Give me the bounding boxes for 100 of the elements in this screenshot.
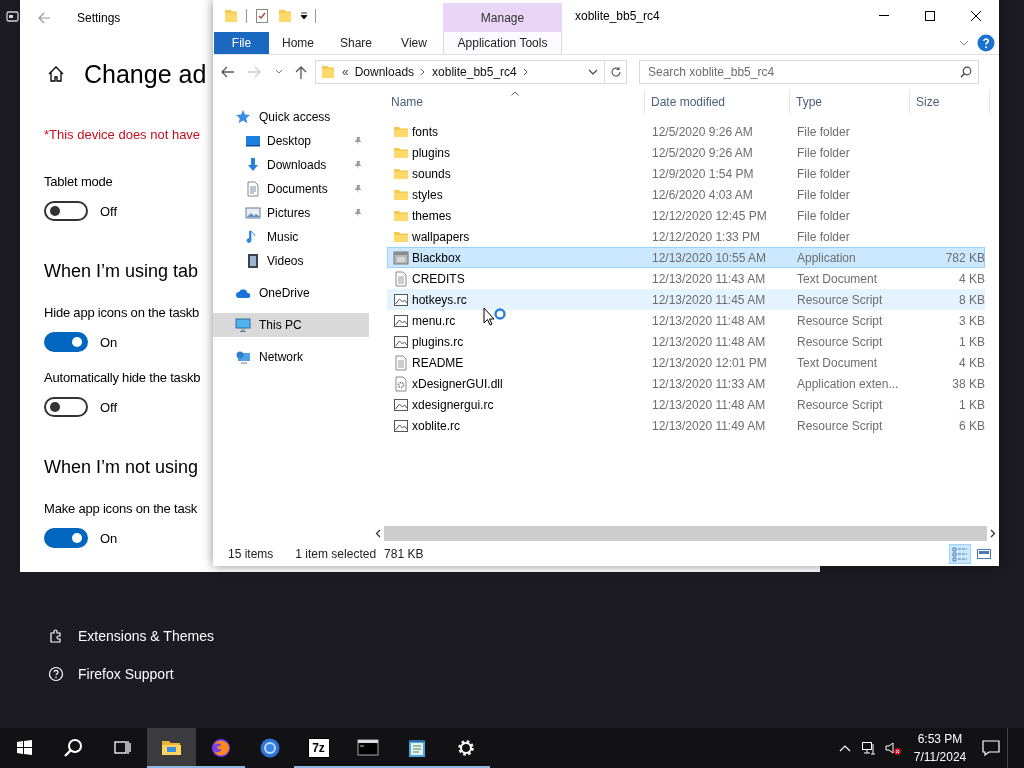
taskbar-app-button[interactable]: 7z: [294, 728, 343, 768]
clock[interactable]: 6:53 PM 7/11/2024: [905, 728, 975, 768]
file-row[interactable]: xdesignergui.rc 12/13/2020 11:48 AM Resource Script 1 KB: [387, 394, 985, 415]
file-type: File folder: [797, 166, 850, 181]
menu-link[interactable]: Extensions & Themes: [78, 628, 214, 644]
up-arrow-icon: [294, 65, 308, 79]
file-name: fonts: [412, 124, 438, 139]
address-bar[interactable]: « Downloads xoblite_bb5_rc4: [315, 60, 627, 84]
file-row[interactable]: plugins.rc 12/13/2020 11:48 AM Resource Script 1 KB: [387, 331, 985, 352]
ribbon-tab[interactable]: Share: [327, 32, 385, 54]
ribbon-tab[interactable]: File: [214, 32, 269, 54]
ribbon-tab[interactable]: Application Tools: [443, 32, 562, 54]
column-header[interactable]: Date modified: [645, 90, 790, 114]
nav-item[interactable]: Network: [213, 345, 369, 369]
column-header[interactable]: Name: [385, 90, 645, 114]
nav-item[interactable]: Music: [213, 225, 369, 249]
file-row[interactable]: themes 12/12/2020 12:45 PM File folder: [387, 205, 985, 226]
file-row[interactable]: plugins 12/5/2020 9:26 AM File folder: [387, 142, 985, 163]
ribbon-tab[interactable]: View: [385, 32, 443, 54]
dropdown-arrow-icon: [300, 12, 308, 20]
setting-label: Hide app icons on the taskb: [44, 304, 200, 322]
busy-cursor-icon: [483, 307, 507, 327]
file-name: xDesignerGUI.dll: [412, 376, 503, 391]
column-header[interactable]: Size: [910, 90, 990, 114]
file-name: CREDITS: [412, 271, 465, 286]
toggle-switch[interactable]: [44, 397, 88, 417]
details-view-icon: [952, 545, 968, 562]
file-name: README: [412, 355, 464, 370]
column-header[interactable]: Type: [790, 90, 910, 114]
nav-item[interactable]: This PC: [213, 313, 369, 337]
search-icon: [960, 66, 972, 78]
file-size: 4 KB: [959, 355, 985, 370]
search-field[interactable]: Search xoblite_bb5_rc4: [639, 60, 979, 84]
file-row[interactable]: wallpapers 12/12/2020 1:33 PM File folder: [387, 226, 985, 247]
file-size: 6 KB: [959, 418, 985, 433]
scrollbar-thumb[interactable]: [384, 526, 987, 541]
file-row[interactable]: styles 12/6/2020 4:03 AM File folder: [387, 184, 985, 205]
chevron-down-icon: [588, 69, 598, 75]
nav-item[interactable]: Desktop: [213, 129, 369, 153]
warning-text: *This device does not have: [44, 126, 201, 144]
file-type: File folder: [797, 229, 850, 244]
browser-circle-icon: [258, 737, 281, 759]
menu-link[interactable]: Firefox Support: [78, 666, 174, 682]
monitor-icon: [235, 317, 251, 333]
ribbon-tab[interactable]: Home: [269, 32, 327, 54]
view-toggle-button[interactable]: [949, 543, 971, 564]
file-type: Resource Script: [797, 334, 883, 349]
selection-count: 1 item selected: [295, 546, 377, 561]
toggle-state: On: [100, 530, 118, 546]
taskbar-app-button[interactable]: [147, 728, 196, 768]
file-row[interactable]: sounds 12/9/2020 1:54 PM File folder: [387, 163, 985, 184]
picture-frame-icon: [245, 205, 261, 221]
file-row[interactable]: CREDITS 12/13/2020 11:43 AM Text Document 4 KB: [387, 268, 985, 289]
toggle-state: Off: [100, 399, 118, 415]
file-row[interactable]: hotkeys.rc 12/13/2020 11:45 AM Resource Script 8 KB: [387, 289, 985, 310]
item-count: 15 items: [228, 546, 274, 561]
help-icon: [977, 34, 995, 52]
file-size: 8 KB: [959, 292, 985, 307]
toggle-switch[interactable]: [44, 332, 88, 352]
file-type: Resource Script: [797, 292, 883, 307]
nav-item[interactable]: OneDrive: [213, 281, 369, 305]
date-modified: 12/13/2020 11:49 AM: [652, 418, 766, 433]
terminal-icon: [356, 737, 379, 759]
network-icon: [235, 349, 251, 365]
file-type: Resource Script: [797, 418, 883, 433]
nav-item[interactable]: Documents: [213, 177, 369, 201]
toggle-switch[interactable]: [44, 528, 88, 548]
setting-label: Automatically hide the taskb: [44, 369, 201, 387]
file-row[interactable]: xoblite.rc 12/13/2020 11:49 AM Resource Script 6 KB: [387, 415, 985, 436]
file-row[interactable]: xDesignerGUI.dll 12/13/2020 11:33 AM Application exten... 38 KB: [387, 373, 985, 394]
file-row[interactable]: menu.rc 12/13/2020 11:48 AM Resource Script 3 KB: [387, 310, 985, 331]
image-file-icon: [393, 333, 409, 350]
tabs-icon: [6, 10, 19, 23]
section-heading: When I’m using tab: [44, 260, 199, 283]
image-file-icon: [393, 291, 409, 308]
star-icon: [235, 109, 251, 125]
close-icon: [970, 10, 982, 22]
date-modified: 12/5/2020 9:26 AM: [652, 124, 753, 139]
breadcrumb-segment[interactable]: Downloads: [354, 65, 415, 79]
file-row[interactable]: README 12/13/2020 12:01 PM Text Document 4 KB: [387, 352, 985, 373]
image-file-icon: [393, 396, 409, 413]
overflow-chevron[interactable]: «: [342, 65, 349, 79]
date-modified: 12/13/2020 11:48 AM: [652, 313, 766, 328]
toggle-switch[interactable]: [44, 201, 88, 221]
chevron-down-icon: [959, 40, 969, 46]
back-button[interactable]: [37, 11, 51, 25]
nav-item[interactable]: Pictures: [213, 201, 369, 225]
breadcrumb-segment[interactable]: xoblite_bb5_rc4: [432, 65, 517, 79]
chevron-right-icon: [522, 68, 529, 76]
file-row[interactable]: Blackbox 12/13/2020 10:55 AM Application 782 KB: [387, 247, 985, 268]
nav-item[interactable]: Downloads: [213, 153, 369, 177]
setting-label: Make app icons on the task: [44, 500, 198, 518]
file-row[interactable]: fonts 12/5/2020 9:26 AM File folder: [387, 121, 985, 142]
maximize-icon: [924, 10, 936, 22]
help-icon: [48, 666, 64, 682]
file-type: Resource Script: [797, 313, 883, 328]
film-icon: [245, 253, 261, 269]
file-name: wallpapers: [412, 229, 470, 244]
nav-item[interactable]: Quick access: [213, 105, 369, 129]
nav-item[interactable]: Videos: [213, 249, 369, 273]
